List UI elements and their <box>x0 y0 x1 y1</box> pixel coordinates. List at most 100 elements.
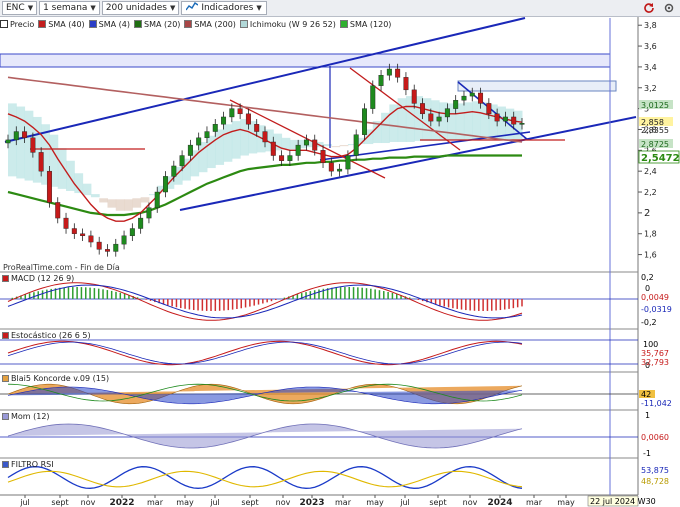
macd-tick-bottom: -0,2 <box>641 318 657 327</box>
y-tick-label: 1,6 <box>644 251 657 260</box>
candle-body <box>212 124 218 132</box>
candle-body <box>80 233 86 237</box>
stochastic-panel <box>0 339 638 366</box>
candle-body <box>287 155 293 161</box>
candle-body <box>254 124 260 132</box>
y-tick-label: 3,2 <box>644 84 657 93</box>
stochastic-label[interactable]: Estocástico (26 6 5) <box>2 331 91 340</box>
cloud-segment <box>99 198 108 203</box>
candle-body <box>436 116 442 122</box>
x-tick-label: mar <box>335 498 352 507</box>
y-tick-label: 2,4 <box>644 167 657 176</box>
stoch-tick-top: 100 <box>643 340 658 349</box>
candle-body <box>478 92 484 104</box>
candle-body <box>245 113 251 125</box>
candle-body <box>71 228 77 234</box>
macd-tick-zero: 0 <box>645 284 650 293</box>
cloud-segment <box>82 183 92 196</box>
stoch-value-1: 35,767 <box>641 349 669 358</box>
rsi-value-1: 53,875 <box>641 466 669 475</box>
koncorde-label[interactable]: Blai5 Koncorde v.09 (15) <box>2 374 109 383</box>
candle-body <box>395 68 401 78</box>
x-tick-label: sept <box>241 498 258 507</box>
x-tick-label: may <box>557 498 575 507</box>
candle-body <box>88 235 94 243</box>
x-tick-label: sept <box>429 498 446 507</box>
x-tick-label: nov <box>81 498 96 507</box>
macd-value-1: 0,0049 <box>641 293 669 302</box>
koncorde-value-2: -11,042 <box>641 399 672 408</box>
candle-body <box>121 235 127 245</box>
cloud-segment <box>339 145 349 147</box>
cloud-segment <box>240 119 249 156</box>
candle-body <box>461 95 467 101</box>
candle-body <box>453 100 459 109</box>
x-tick-label: jul <box>399 498 410 507</box>
cloud-segment <box>231 121 241 159</box>
candle-body <box>386 68 392 76</box>
candle-body <box>105 249 110 252</box>
candle-body <box>403 77 409 91</box>
macd-tick-top: 0,2 <box>641 273 654 282</box>
candle-body <box>154 191 160 208</box>
candle-body <box>353 134 359 156</box>
koncorde-panel <box>0 383 638 405</box>
macd-axis-labels: 0,2 0 -0,2 0,0049 -0,0319 <box>641 273 672 327</box>
y-tick-label: 3,8 <box>644 21 657 30</box>
candle-body <box>320 150 326 164</box>
candle-body <box>63 217 69 229</box>
candle-body <box>312 139 318 151</box>
cloud-segment <box>90 194 100 198</box>
tag-sma200-text: 2,5472 <box>641 153 680 164</box>
macd-swatch <box>2 275 9 282</box>
x-tick-label: 2022 <box>109 498 134 507</box>
macd-value-2: -0,0319 <box>641 305 672 314</box>
macd-panel <box>0 282 638 321</box>
x-tick-label: may <box>366 498 384 507</box>
candle-body <box>279 155 285 161</box>
cloud-segment <box>132 198 142 208</box>
candle-body <box>362 108 367 135</box>
candle-body <box>179 155 185 167</box>
rsi-signal-line <box>7 470 523 488</box>
x-tick-label: nov <box>463 498 478 507</box>
momentum-panel <box>0 423 638 449</box>
mom-axis-labels: 1 0,0060 -1 <box>641 411 669 458</box>
cloud-segment <box>140 197 150 203</box>
koncorde-swatch <box>2 375 9 382</box>
candle-body <box>30 137 36 153</box>
candle-body <box>237 108 243 115</box>
macd-label[interactable]: MACD (12 26 9) <box>2 274 74 283</box>
rsi-panel <box>7 466 523 489</box>
cloud-segment <box>281 137 291 150</box>
rsi-line <box>7 466 523 489</box>
candle-body <box>171 165 177 177</box>
candle-body <box>303 139 309 146</box>
candle-body <box>22 131 28 139</box>
candle-body <box>5 139 11 144</box>
cloud-segment <box>115 199 125 211</box>
candle-body <box>370 85 376 109</box>
candle-body <box>337 168 343 172</box>
tag-low-text: 2,8355 <box>641 126 669 135</box>
x-tick-label: jul <box>19 498 30 507</box>
price-chart[interactable]: 3,83,63,43,232,82,62,42,221,81,6 3,0125 … <box>0 0 680 507</box>
cloud-segment <box>331 146 341 148</box>
candle-body <box>345 155 351 170</box>
rsi-value-2: 48,728 <box>641 477 669 486</box>
candle-body <box>196 137 202 146</box>
stoch-value-2: 32,793 <box>641 358 669 367</box>
x-tick-label: jul <box>209 498 220 507</box>
x-tick-label: sept <box>51 498 68 507</box>
rsi-label[interactable]: FILTRO RSI <box>2 460 54 469</box>
mom-area <box>7 423 523 449</box>
mom-value: 0,0060 <box>641 433 669 442</box>
candle-body <box>486 103 492 115</box>
candle-body <box>38 152 44 172</box>
mom-tick-bottom: -1 <box>643 449 651 458</box>
candle-body <box>411 89 417 104</box>
stochastic-swatch <box>2 332 9 339</box>
momentum-label[interactable]: Mom (12) <box>2 412 50 421</box>
candle-body <box>328 162 334 172</box>
cloud-segment <box>124 199 133 211</box>
